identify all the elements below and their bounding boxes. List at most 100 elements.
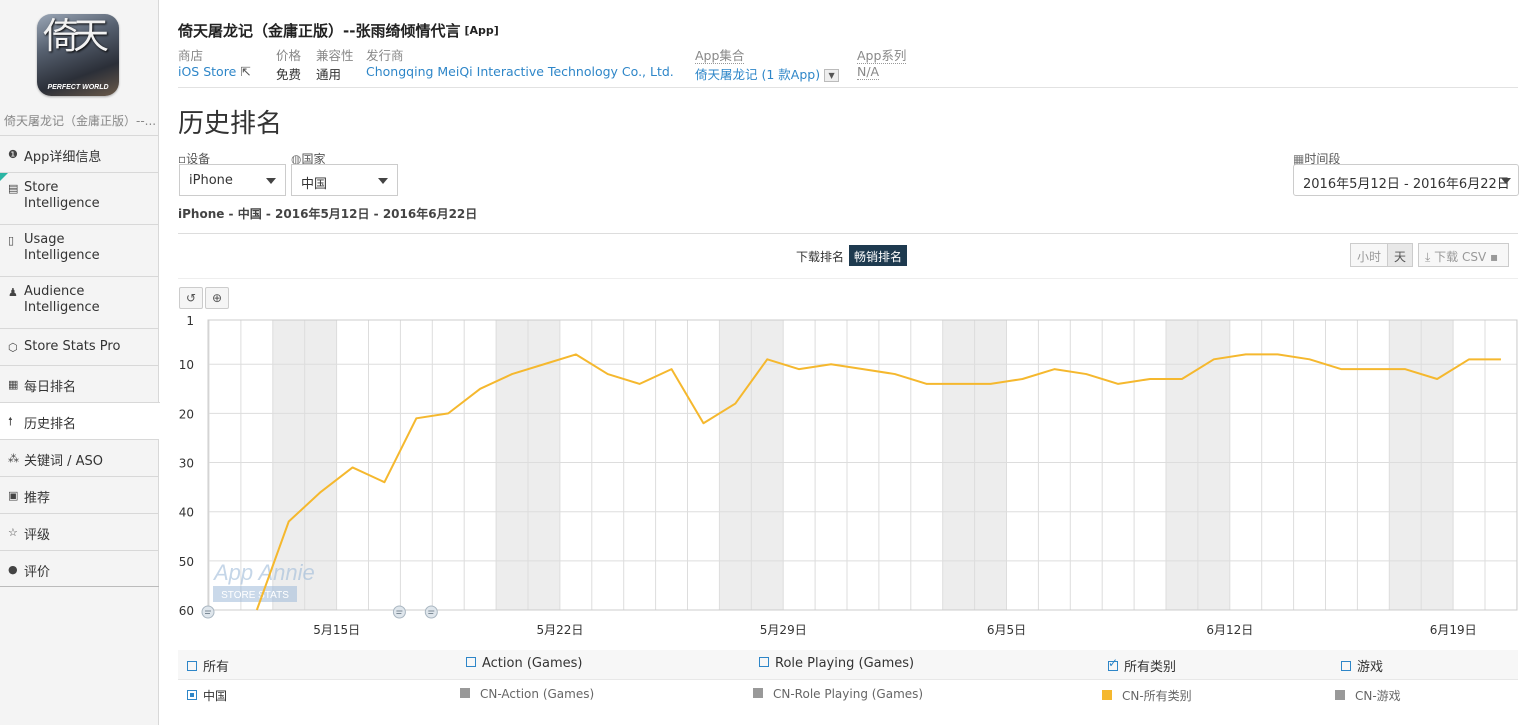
y-tick-label: 60 — [179, 604, 194, 618]
data-point — [1275, 351, 1281, 357]
device-select[interactable]: iPhone — [179, 164, 286, 196]
zoom-icon: ⊕ — [211, 291, 223, 305]
sidebar-item-info[interactable]: ❶ App详细信息 — [0, 135, 159, 172]
sidebar-item-audience[interactable]: ♟ Audience Intelligence — [0, 276, 159, 328]
legend-series-item[interactable]: CN-Action (Games) — [460, 687, 594, 701]
country-select-value: 中国 — [301, 177, 328, 192]
usage-icon: ▯ — [8, 234, 15, 247]
sidebar-item-arrow-up[interactable]: 🠕 历史排名 — [0, 402, 161, 439]
sidebar-nav: ❶ App详细信息 ▤ Store Intelligence ▯ Usage Intellig… — [0, 135, 161, 587]
sidebar-item-keyword[interactable]: ⁂ 关键词 / ASO — [0, 439, 159, 476]
data-point — [381, 479, 387, 485]
weekend-band — [719, 320, 752, 610]
y-tick-label: 1 — [186, 314, 194, 328]
legend-series-row: 中国 CN-Action (Games) CN-Role Playing (Game… — [178, 679, 1518, 708]
period-select[interactable]: 2016年5月12日 - 2016年6月22日 — [1293, 164, 1519, 196]
app-icon[interactable]: 倚天 PERFECT WORLD — [37, 14, 119, 96]
weekend-band — [1389, 320, 1422, 610]
data-point — [1466, 356, 1472, 362]
sidebar-item-featured[interactable]: ▣ 推荐 — [0, 476, 159, 513]
data-point — [254, 607, 260, 613]
star-icon: ☆ — [8, 526, 18, 539]
publisher-link[interactable]: Chongqing MeiQi Interactive Technology C… — [366, 64, 674, 79]
app-title-tag: [App] — [464, 24, 499, 37]
sidebar-item-calendar[interactable]: ▦ 每日排名 — [0, 365, 159, 402]
data-point — [413, 415, 419, 421]
sidebar-item-label: Usage Intelligence — [24, 232, 100, 263]
data-point — [605, 371, 611, 377]
weekend-band — [496, 320, 528, 610]
sidebar-item-label: 历史排名 — [24, 417, 77, 432]
y-tick-label: 40 — [179, 506, 194, 520]
data-point — [1402, 366, 1408, 372]
meta-store: 商店 iOS Store ⇱ — [178, 45, 251, 79]
download-csv-button[interactable]: ⤓ 下载 CSV ▪ — [1418, 243, 1509, 267]
legend-category-item[interactable]: 所有类别 — [1108, 656, 1176, 675]
annotation-icon[interactable] — [392, 605, 406, 619]
legend-category-item[interactable]: 所有 — [187, 656, 229, 675]
x-tick-label: 5月29日 — [760, 623, 807, 637]
x-tick-label: 5月15日 — [313, 623, 360, 637]
reset-zoom-button[interactable]: ↺ — [179, 287, 203, 309]
legend-series-label: CN-Role Playing (Games) — [773, 687, 924, 701]
legend-swatch — [1335, 690, 1345, 700]
store-link[interactable]: iOS Store ⇱ — [178, 64, 251, 79]
x-tick-label: 6月5日 — [987, 623, 1026, 637]
data-point — [1307, 356, 1313, 362]
tab-downloads[interactable]: 下载排名 — [796, 248, 844, 265]
legend-series-item[interactable]: 中国 — [187, 687, 227, 704]
rank-chart[interactable]: 1 10 20 30 40 50 60 5月15日 5月22日 5月29日 6月5日 6月12日 6月1… — [176, 312, 1518, 642]
legend-series-item[interactable]: CN-Role Playing (Games) — [753, 687, 923, 701]
sidebar-item-label: Store Stats Pro — [24, 339, 121, 354]
watermark-text: App Annie — [212, 560, 315, 585]
country-select[interactable]: 中国 — [291, 164, 398, 196]
zoom-button[interactable]: ⊕ — [205, 287, 229, 309]
legend-category-label: 所有类别 — [1124, 660, 1177, 675]
sidebar-app-name[interactable]: 倚天屠龙记（金庸正版）--... — [4, 112, 156, 129]
hour-button[interactable]: 小时 — [1350, 243, 1389, 267]
legend-series-item[interactable]: CN-所有类别 — [1102, 687, 1192, 704]
sidebar-item-star[interactable]: ☆ 评级 — [0, 513, 159, 550]
legend-swatch — [460, 688, 470, 698]
sidebar-item-label: App详细信息 — [24, 150, 102, 165]
legend-category-item[interactable]: Role Playing (Games) — [759, 656, 914, 671]
divider — [178, 233, 1518, 234]
sidebar-item-label: 评级 — [24, 528, 51, 543]
sidebar-item-usage[interactable]: ▯ Usage Intelligence — [0, 224, 159, 276]
data-point — [796, 366, 802, 372]
data-point — [924, 381, 930, 387]
sidebar-item-comment[interactable]: ● 评价 — [0, 550, 159, 587]
y-tick-label: 10 — [179, 358, 194, 372]
day-button[interactable]: 天 — [1387, 243, 1414, 267]
annotation-icon[interactable] — [424, 605, 438, 619]
legend-series-label: CN-游戏 — [1355, 689, 1401, 703]
legend-swatch — [1102, 690, 1112, 700]
weekend-band — [1197, 320, 1230, 610]
chevron-down-icon — [1501, 178, 1511, 184]
download-csv-label: 下载 CSV — [1434, 250, 1487, 264]
legend-category-label: Role Playing (Games) — [775, 656, 915, 671]
featured-icon: ▣ — [8, 489, 19, 502]
checkbox-icon — [1341, 661, 1351, 671]
legend-series-item[interactable]: CN-游戏 — [1335, 687, 1401, 704]
meta-compat-label: 兼容性 — [316, 48, 354, 63]
data-point — [1179, 376, 1185, 382]
data-point — [860, 366, 866, 372]
data-point — [669, 366, 675, 372]
sidebar-item-label: 每日排名 — [24, 380, 77, 395]
annotation-icon[interactable] — [201, 605, 215, 619]
sidebar-item-store[interactable]: ▤ Store Intelligence — [0, 172, 159, 224]
tab-grossing[interactable]: 畅销排名 — [849, 245, 908, 266]
y-tick-label: 50 — [179, 555, 194, 569]
legend-category-item[interactable]: Action (Games) — [466, 656, 582, 671]
collection-dropdown-icon[interactable]: ▼ — [824, 69, 840, 82]
legend-category-item[interactable]: 游戏 — [1341, 656, 1383, 675]
data-point — [318, 489, 324, 495]
data-point — [988, 381, 994, 387]
period-select-value: 2016年5月12日 - 2016年6月22日 — [1303, 177, 1510, 192]
sidebar-item-storestats[interactable]: ⬡ Store Stats Pro — [0, 328, 159, 365]
app-icon-brand: PERFECT WORLD — [47, 84, 109, 91]
divider — [178, 278, 1518, 279]
collection-link[interactable]: 倚天屠龙记 (1 款App) — [695, 67, 820, 82]
x-tick-label: 5月22日 — [536, 623, 583, 637]
